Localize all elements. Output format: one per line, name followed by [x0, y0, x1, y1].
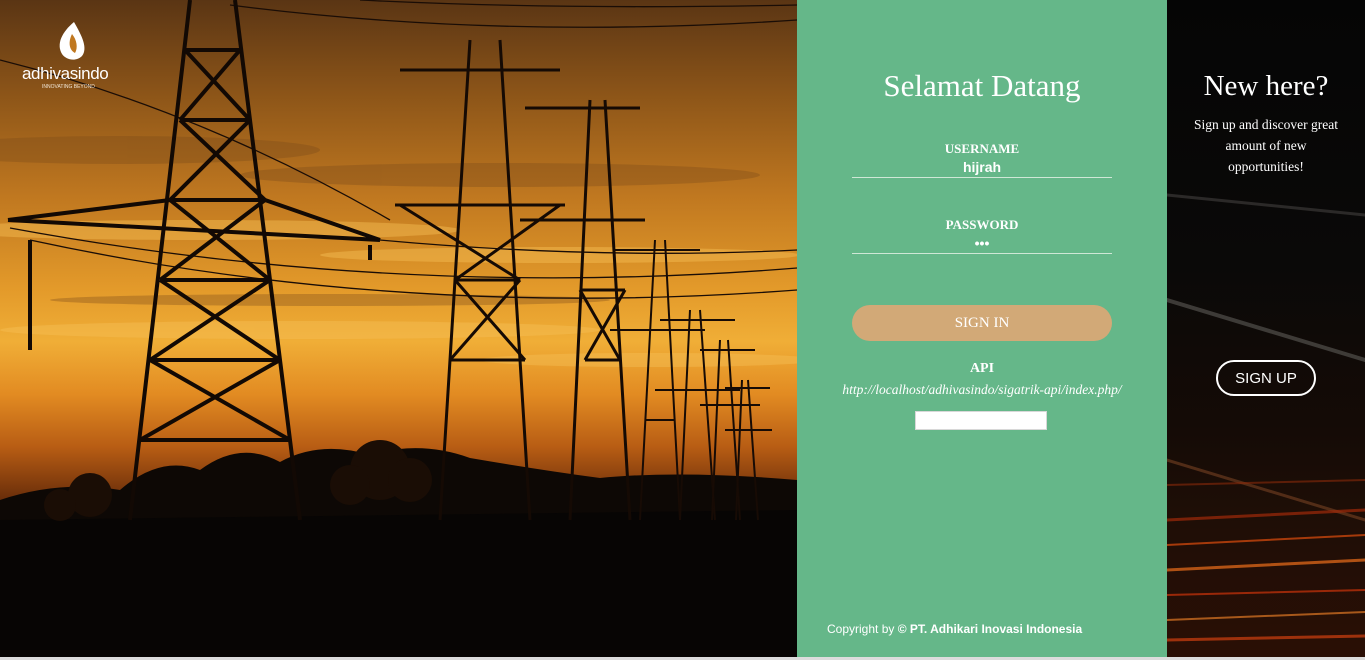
adhivasindo-logo: adhivasindo INNOVATING BEYOND — [22, 20, 132, 94]
signup-description: Sign up and discover great amount of new… — [1194, 117, 1338, 174]
api-url: http://localhost/adhivasindo/sigatrik-ap… — [842, 382, 1122, 397]
welcome-title: Selamat Datang — [883, 68, 1081, 103]
password-field: PASSWORD — [852, 217, 1112, 254]
new-here-title: New here? — [1203, 70, 1329, 102]
username-field: USERNAME — [852, 141, 1112, 178]
password-label: PASSWORD — [945, 217, 1019, 232]
power-lines-silhouette — [0, 0, 797, 657]
copyright-prefix: Copyright by — [827, 622, 895, 636]
api-input[interactable] — [915, 411, 1047, 430]
copyright-text: Copyright by © PT. Adhikari Inovasi Indo… — [827, 622, 1082, 636]
login-panel: Selamat Datang USERNAME PASSWORD SIGN IN… — [797, 0, 1167, 657]
signup-panel: New here? Sign up and discover great amo… — [1167, 0, 1365, 657]
signin-button[interactable]: SIGN IN — [852, 305, 1112, 341]
username-input[interactable] — [852, 157, 1112, 178]
username-label: USERNAME — [944, 141, 1020, 156]
api-label: API — [969, 361, 995, 376]
copyright-company: © PT. Adhikari Inovasi Indonesia — [897, 622, 1083, 636]
brand-tagline: INNOVATING BEYOND — [42, 84, 95, 90]
hero-background-image: adhivasindo INNOVATING BEYOND — [0, 0, 797, 657]
signup-button[interactable]: SIGN UP — [1216, 360, 1316, 396]
password-input[interactable] — [852, 233, 1112, 254]
flame-leaf-logo-icon — [59, 22, 85, 60]
brand-name: adhivasindo — [22, 64, 109, 83]
